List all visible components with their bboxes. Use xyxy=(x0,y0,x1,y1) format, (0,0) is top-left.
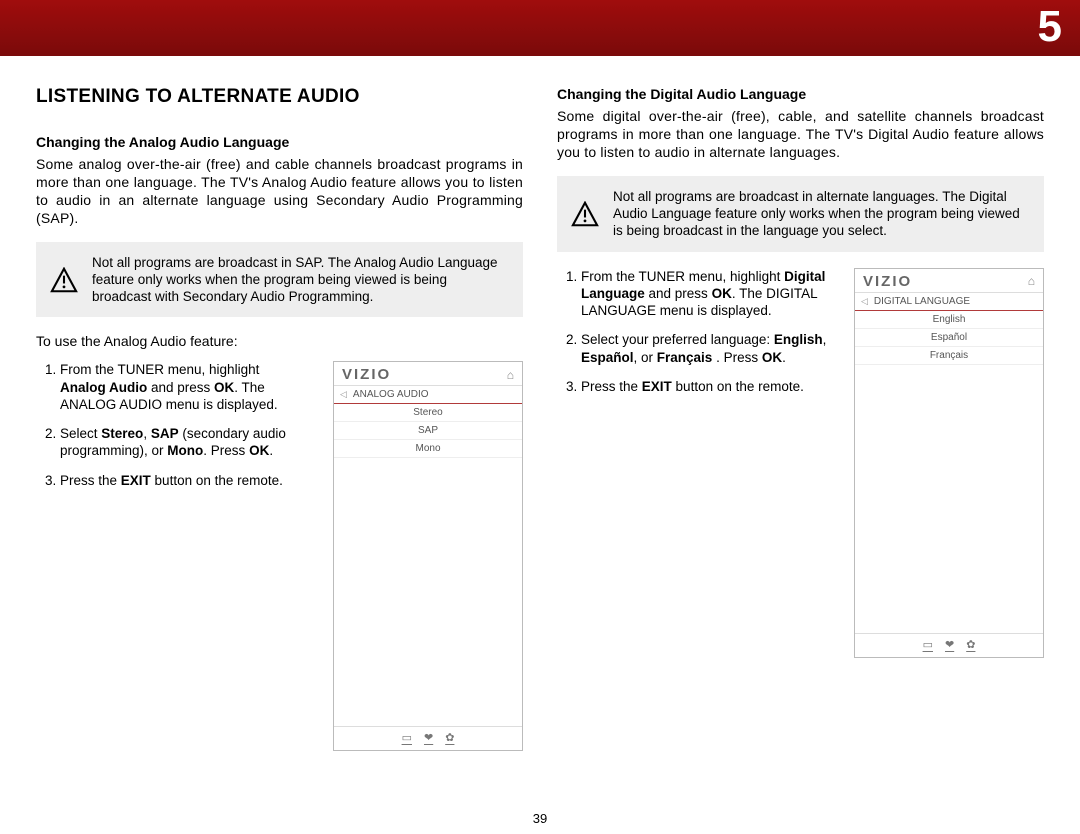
analog-steps-list: From the TUNER menu, highlight Analog Au… xyxy=(36,361,296,501)
gear-icon: ✿ xyxy=(966,638,975,651)
warning-icon xyxy=(571,201,599,227)
device-menu-item: SAP xyxy=(334,422,522,440)
device-brand: VIZIO xyxy=(863,273,912,290)
device-menu-title-row: ◁ DIGITAL LANGUAGE xyxy=(855,293,1043,311)
device-menu-item: Français xyxy=(855,347,1043,365)
analog-steps-row: From the TUNER menu, highlight Analog Au… xyxy=(36,361,523,751)
back-triangle-icon: ◁ xyxy=(340,389,347,400)
device-menu-item: Mono xyxy=(334,440,522,458)
device-menu-title-row: ◁ ANALOG AUDIO xyxy=(334,386,522,404)
digital-note-box: Not all programs are broadcast in altern… xyxy=(557,176,1044,252)
wide-icon: ▭ xyxy=(402,731,412,744)
right-column: Changing the Digital Audio Language Some… xyxy=(557,86,1044,751)
analog-note-box: Not all programs are broadcast in SAP. T… xyxy=(36,242,523,318)
home-icon: ⌂ xyxy=(1028,274,1035,288)
device-menu-title: ANALOG AUDIO xyxy=(353,389,429,400)
digital-step-1: From the TUNER menu, highlight Digital L… xyxy=(581,268,837,320)
analog-device-mock: VIZIO ⌂ ◁ ANALOG AUDIO Stereo SAP Mono ▭… xyxy=(333,361,523,751)
digital-paragraph: Some digital over-the-air (free), cable,… xyxy=(557,108,1044,162)
analog-paragraph: Some analog over-the-air (free) and cabl… xyxy=(36,156,523,228)
wide-icon: ▭ xyxy=(923,638,933,651)
analog-step-3: Press the EXIT button on the remote. xyxy=(60,472,296,489)
analog-step-1: From the TUNER menu, highlight Analog Au… xyxy=(60,361,296,413)
digital-note-text: Not all programs are broadcast in altern… xyxy=(613,189,1020,239)
device-menu-list: Stereo SAP Mono xyxy=(334,404,522,458)
section-title: LISTENING TO ALTERNATE AUDIO xyxy=(36,86,523,108)
page-number: 39 xyxy=(533,811,547,826)
gear-icon: ✿ xyxy=(445,731,454,744)
digital-subtitle: Changing the Digital Audio Language xyxy=(557,86,1044,102)
v-icon: ❤ xyxy=(424,731,433,744)
chapter-number: 5 xyxy=(1038,2,1062,52)
device-menu-title: DIGITAL LANGUAGE xyxy=(874,296,970,307)
device-brand: VIZIO xyxy=(342,366,391,383)
device-menu-item: Stereo xyxy=(334,404,522,422)
digital-steps-row: From the TUNER menu, highlight Digital L… xyxy=(557,268,1044,658)
v-icon: ❤ xyxy=(945,638,954,651)
analog-intro: To use the Analog Audio feature: xyxy=(36,333,523,349)
device-menu-item: English xyxy=(855,311,1043,329)
warning-icon xyxy=(50,267,78,293)
device-menu-item: Español xyxy=(855,329,1043,347)
chapter-header-bar: 5 xyxy=(0,0,1080,56)
digital-step-2: Select your preferred language: English,… xyxy=(581,331,837,366)
home-icon: ⌂ xyxy=(507,368,514,382)
left-column: LISTENING TO ALTERNATE AUDIO Changing th… xyxy=(36,86,523,751)
digital-step-3: Press the EXIT button on the remote. xyxy=(581,378,837,395)
page-body: LISTENING TO ALTERNATE AUDIO Changing th… xyxy=(0,56,1080,751)
analog-note-text: Not all programs are broadcast in SAP. T… xyxy=(92,255,498,305)
device-header: VIZIO ⌂ xyxy=(855,269,1043,293)
device-menu-list: English Español Français xyxy=(855,311,1043,365)
digital-steps-list: From the TUNER menu, highlight Digital L… xyxy=(557,268,837,408)
device-footer: ▭ ❤ ✿ xyxy=(334,726,522,750)
analog-subtitle: Changing the Analog Audio Language xyxy=(36,134,523,150)
analog-step-2: Select Stereo, SAP (secondary audio prog… xyxy=(60,425,296,460)
device-header: VIZIO ⌂ xyxy=(334,362,522,386)
digital-device-mock: VIZIO ⌂ ◁ DIGITAL LANGUAGE English Españ… xyxy=(854,268,1044,658)
device-footer: ▭ ❤ ✿ xyxy=(855,633,1043,657)
back-triangle-icon: ◁ xyxy=(861,296,868,307)
